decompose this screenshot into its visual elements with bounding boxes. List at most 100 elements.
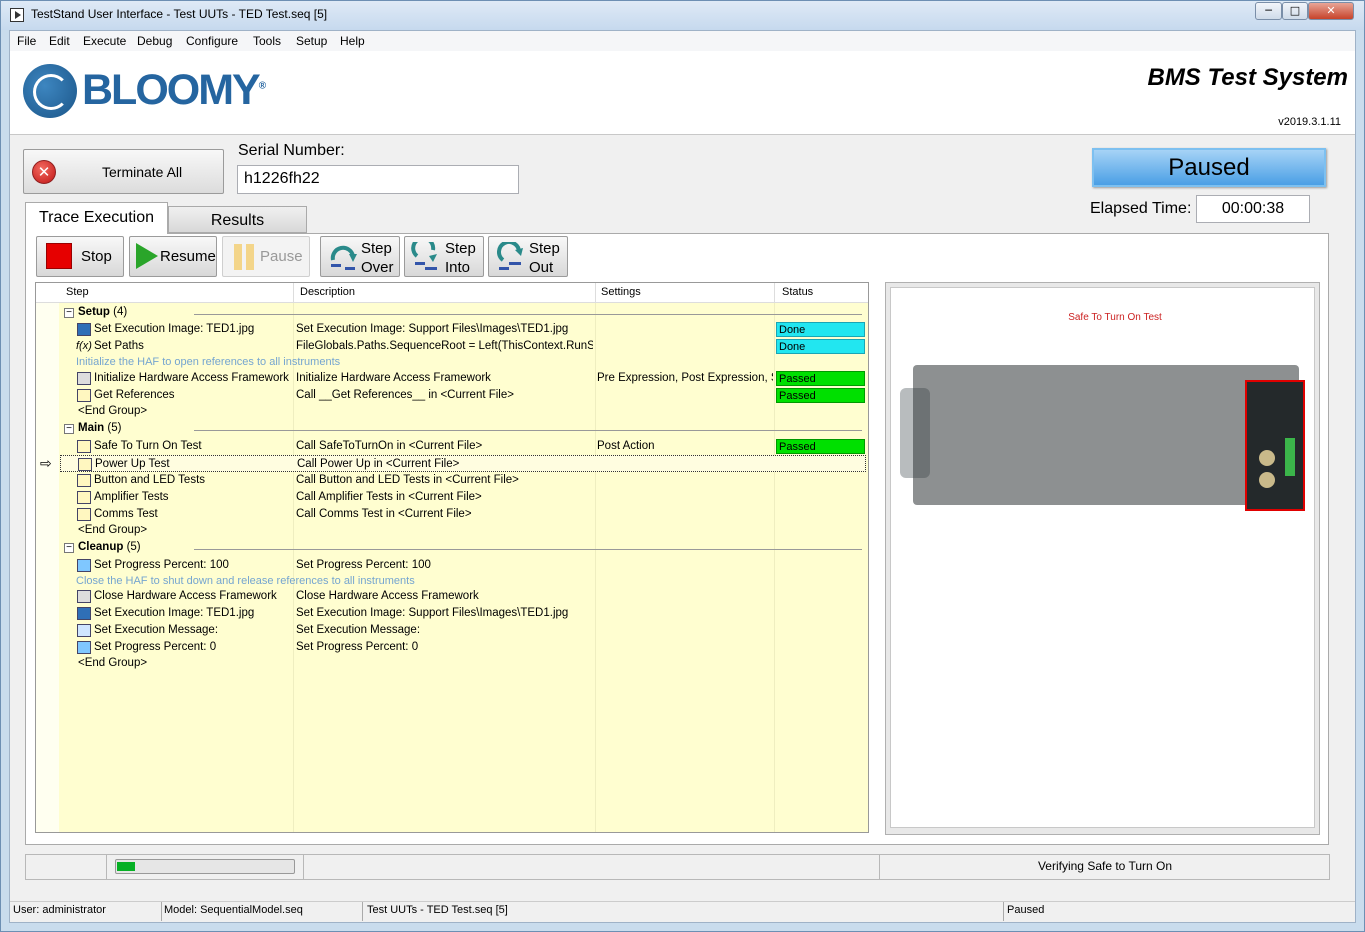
collapse-icon[interactable]: −: [64, 308, 74, 318]
step-row[interactable]: Get References Call __Get References__ i…: [0, 387, 866, 404]
step-row[interactable]: f(x) Set Paths FileGlobals.Paths.Sequenc…: [0, 338, 866, 355]
step-into-icon: [411, 242, 437, 270]
sequence-call-icon: [77, 508, 91, 521]
menu-setup[interactable]: Setup: [296, 34, 327, 48]
step-row[interactable]: Set Execution Image: TED1.jpg Set Execut…: [0, 605, 866, 622]
serial-number-input[interactable]: h1226fh22: [237, 165, 519, 194]
step-settings: Post Action: [597, 440, 655, 452]
column-divider[interactable]: [774, 283, 775, 303]
step-row[interactable]: Close Hardware Access Framework Close Ha…: [0, 588, 866, 605]
column-header-status[interactable]: Status: [782, 286, 813, 298]
resume-button[interactable]: Resume: [129, 236, 217, 277]
bloomy-logo: BLOOMY®: [82, 66, 267, 114]
step-description: Call Button and LED Tests in <Current Fi…: [296, 474, 519, 486]
message-step-icon: [77, 624, 91, 637]
step-settings: Pre Expression, Post Expression, St...: [597, 372, 773, 384]
pause-button[interactable]: Pause: [222, 236, 310, 277]
image-step-icon: [77, 323, 91, 336]
minimize-button[interactable]: ─: [1255, 2, 1282, 20]
status-file: Test UUTs - TED Test.seq [5]: [367, 904, 508, 916]
column-header: [36, 283, 868, 303]
step-description: Call __Get References__ in <Current File…: [296, 389, 514, 401]
step-comment: Initialize the HAF to open references to…: [76, 356, 341, 368]
step-row[interactable]: Safe To Turn On Test Call SafeToTurnOn i…: [0, 438, 866, 455]
step-description: Call Power Up in <Current File>: [297, 458, 460, 470]
step-name: Safe To Turn On Test: [94, 440, 202, 452]
stop-label: Stop: [81, 248, 112, 265]
terminate-icon: ✕: [32, 160, 56, 184]
status-badge: Passed: [776, 388, 865, 403]
group-divider: [194, 549, 862, 550]
menu-execute[interactable]: Execute: [83, 34, 126, 48]
collapse-icon[interactable]: −: [64, 424, 74, 434]
step-name: Close Hardware Access Framework: [94, 590, 277, 602]
status-model: Model: SequentialModel.seq: [164, 904, 303, 916]
step-row-current[interactable]: Power Up Test Call Power Up in <Current …: [60, 455, 866, 472]
group-cleanup[interactable]: − Cleanup (5): [64, 540, 864, 557]
group-divider: [194, 430, 862, 431]
pause-icon: [234, 244, 242, 270]
menu-configure[interactable]: Configure: [186, 34, 238, 48]
menu-tools[interactable]: Tools: [253, 34, 281, 48]
step-over-label: Step Over: [361, 240, 394, 276]
step-description: Set Execution Message:: [296, 624, 421, 636]
step-row[interactable]: Set Execution Message: Set Execution Mes…: [0, 622, 866, 639]
step-name: Comms Test: [94, 508, 158, 520]
image-step-icon: [77, 607, 91, 620]
status-divider: [161, 902, 162, 921]
step-row[interactable]: Comms Test Call Comms Test in <Current F…: [0, 506, 866, 523]
tab-trace-execution[interactable]: Trace Execution: [25, 202, 168, 234]
maximize-button[interactable]: □: [1282, 2, 1308, 20]
step-description: Set Progress Percent: 0: [296, 641, 419, 653]
play-icon: [136, 243, 158, 269]
step-over-button[interactable]: Step Over: [320, 236, 400, 277]
status-state: Paused: [1007, 904, 1045, 916]
step-name: Set Execution Message:: [94, 624, 219, 636]
capacitor-icon: [1259, 472, 1275, 488]
step-row[interactable]: Set Progress Percent: 0 Set Progress Per…: [0, 639, 866, 656]
column-header-settings[interactable]: Settings: [601, 286, 641, 298]
status-badge: Passed: [776, 439, 865, 454]
step-row[interactable]: Amplifier Tests Call Amplifier Tests in …: [0, 489, 866, 506]
close-action-icon: [77, 590, 91, 603]
step-description: Call Comms Test in <Current File>: [296, 508, 472, 520]
terminal-block-icon: [1285, 438, 1295, 476]
sequence-call-icon: [78, 458, 92, 471]
step-description: Set Progress Percent: 100: [296, 559, 431, 571]
group-main[interactable]: − Main (5): [64, 421, 864, 438]
step-row[interactable]: Button and LED Tests Call Button and LED…: [0, 472, 866, 489]
step-name: Set Paths: [94, 340, 144, 352]
step-comment: Close the HAF to shut down and release r…: [76, 575, 415, 587]
step-row[interactable]: Set Progress Percent: 100 Set Progress P…: [0, 557, 866, 574]
menu-file[interactable]: File: [17, 34, 36, 48]
group-setup[interactable]: − Setup (4): [64, 305, 864, 322]
step-row[interactable]: Set Execution Image: TED1.jpg Set Execut…: [0, 321, 866, 338]
tab-results[interactable]: Results: [168, 206, 307, 233]
step-row[interactable]: Initialize Hardware Access Framework Ini…: [0, 370, 866, 387]
menu-help[interactable]: Help: [340, 34, 365, 48]
highlighted-board-region: [1245, 380, 1305, 511]
menu-edit[interactable]: Edit: [49, 34, 70, 48]
elapsed-time-label: Elapsed Time:: [1090, 200, 1192, 217]
progress-bar: [115, 859, 295, 874]
step-into-button[interactable]: Step Into: [404, 236, 484, 277]
step-out-icon: [497, 242, 523, 270]
step-description: Initialize Hardware Access Framework: [296, 372, 491, 384]
app-title: BMS Test System: [1147, 64, 1348, 91]
progress-step-icon: [77, 641, 91, 654]
collapse-icon[interactable]: −: [64, 543, 74, 553]
step-out-button[interactable]: Step Out: [488, 236, 568, 277]
step-name: Power Up Test: [95, 458, 170, 470]
terminate-all-button[interactable]: ✕ Terminate All: [23, 149, 224, 194]
pause-label: Pause: [260, 248, 303, 265]
column-header-step[interactable]: Step: [66, 286, 89, 298]
stop-button[interactable]: Stop: [36, 236, 124, 277]
column-header-description[interactable]: Description: [300, 286, 355, 298]
step-name: Get References: [94, 389, 175, 401]
pause-icon-bar: [246, 244, 254, 270]
column-divider[interactable]: [595, 283, 596, 303]
column-divider[interactable]: [293, 283, 294, 303]
close-button[interactable]: ✕: [1308, 2, 1354, 20]
menu-debug[interactable]: Debug: [137, 34, 172, 48]
step-into-label: Step Into: [445, 240, 476, 276]
